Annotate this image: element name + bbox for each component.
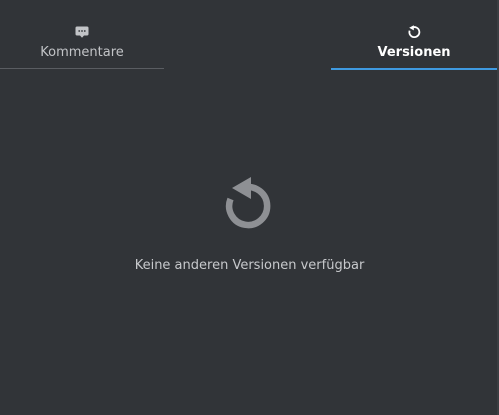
- tab-versions[interactable]: Versionen: [331, 0, 497, 70]
- history-icon: [406, 24, 422, 40]
- history-icon: [224, 177, 272, 232]
- tab-comments[interactable]: Kommentare: [0, 0, 164, 69]
- comment-icon: [74, 24, 90, 40]
- active-tab-indicator: [331, 68, 497, 70]
- tab-comments-label: Kommentare: [40, 45, 124, 60]
- empty-state-message: Keine anderen Versionen verfügbar: [134, 258, 365, 273]
- tab-versions-label: Versionen: [377, 45, 451, 60]
- tab-bar: Kommentare Versionen: [0, 0, 499, 70]
- sidebar-panel: Kommentare Versionen Keine anderen Versi…: [0, 0, 499, 415]
